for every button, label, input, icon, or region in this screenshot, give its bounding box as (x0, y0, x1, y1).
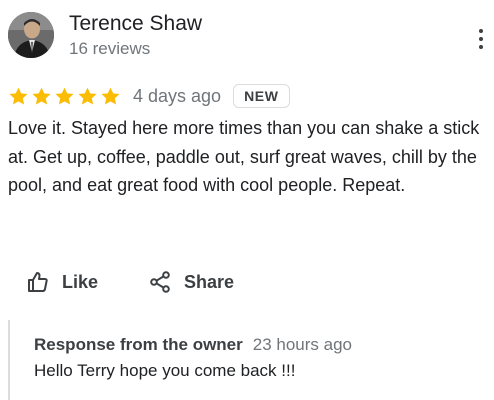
avatar[interactable] (8, 12, 54, 58)
owner-response: Response from the owner 23 hours ago Hell… (8, 320, 480, 400)
review-actions: Like Share (26, 266, 234, 298)
author-name[interactable]: Terence Shaw (69, 11, 202, 37)
author-review-count: 16 reviews (69, 39, 151, 58)
star-icon (9, 87, 28, 105)
thumbs-up-icon (28, 272, 48, 292)
owner-response-header: Response from the owner 23 hours ago (34, 335, 352, 355)
owner-response-title: Response from the owner (34, 335, 243, 354)
more-options-button[interactable] (472, 24, 490, 54)
share-label: Share (184, 271, 235, 292)
star-icon (55, 87, 74, 105)
star-icon (101, 87, 120, 105)
owner-response-text: Hello Terry hope you come back !!! (34, 361, 296, 380)
share-icon (150, 271, 170, 293)
review-card: Terence Shaw 16 reviews 4 days ago NEW L… (0, 0, 494, 400)
star-rating (8, 86, 121, 107)
review-text: Love it. Stayed here more times than you… (8, 118, 480, 195)
more-vertical-icon (479, 29, 483, 33)
new-badge: NEW (233, 84, 290, 108)
owner-response-time: 23 hours ago (252, 335, 353, 354)
share-button[interactable]: Share (148, 270, 234, 294)
star-icon (78, 87, 97, 105)
like-label: Like (62, 271, 99, 292)
like-button[interactable]: Like (26, 270, 98, 294)
star-icon (32, 87, 51, 105)
rating-row: 4 days ago NEW (8, 82, 290, 110)
profile-photo (8, 12, 54, 58)
review-date: 4 days ago (133, 85, 222, 106)
